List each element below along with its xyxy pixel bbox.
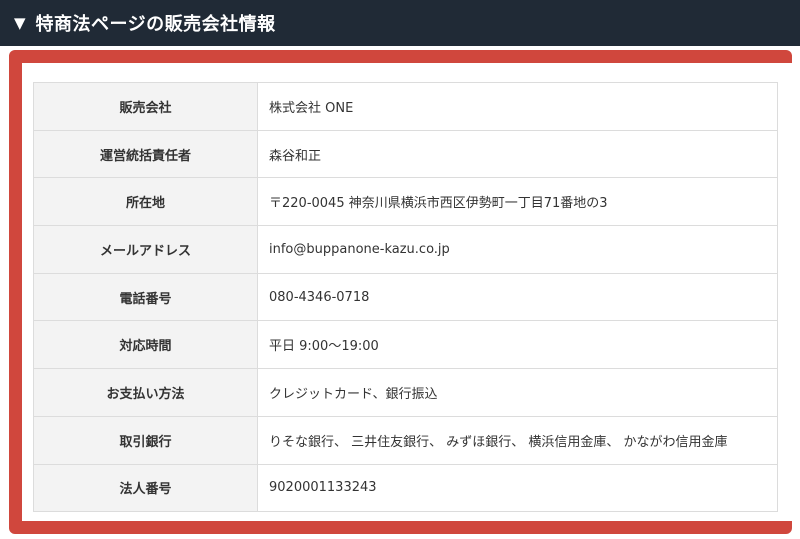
table-row: メールアドレス info@buppanone-kazu.co.jp <box>33 225 778 274</box>
row-value: 平日 9:00〜19:00 <box>257 320 778 370</box>
section-header: ▼ 特商法ページの販売会社情報 <box>0 0 800 46</box>
row-value: info@buppanone-kazu.co.jp <box>257 225 778 274</box>
row-value: 森谷和正 <box>257 129 778 179</box>
table-row: 法人番号 9020001133243 <box>33 463 778 513</box>
row-value: 9020001133243 <box>257 463 778 513</box>
row-value: 080-4346-0718 <box>257 272 778 322</box>
row-label: 取引銀行 <box>33 415 258 465</box>
company-info-table: 販売会社 株式会社 ONE 運営統括責任者 森谷和正 所在地 〒220-0045… <box>33 82 778 513</box>
table-row: 販売会社 株式会社 ONE <box>33 82 778 131</box>
row-label: 電話番号 <box>33 272 258 322</box>
table-row: 運営統括責任者 森谷和正 <box>33 129 778 179</box>
table-row: お支払い方法 クレジットカード、銀行振込 <box>33 368 778 417</box>
row-value: りそな銀行、 三井住友銀行、 みずほ銀行、 横浜信用金庫、 かながわ信用金庫 <box>257 415 778 465</box>
row-label: 販売会社 <box>33 82 258 131</box>
section-title: 特商法ページの販売会社情報 <box>35 14 276 35</box>
row-label: お支払い方法 <box>33 368 258 417</box>
row-label: 法人番号 <box>33 463 258 513</box>
table-row: 所在地 〒220-0045 神奈川県横浜市西区伊勢町一丁目71番地の3 <box>33 177 778 227</box>
row-value: 株式会社 ONE <box>257 82 778 131</box>
row-label: 所在地 <box>33 177 258 227</box>
row-label: メールアドレス <box>33 225 258 274</box>
table-row: 電話番号 080-4346-0718 <box>33 272 778 322</box>
row-value: 〒220-0045 神奈川県横浜市西区伊勢町一丁目71番地の3 <box>257 177 778 227</box>
table-row: 対応時間 平日 9:00〜19:00 <box>33 320 778 370</box>
row-value: クレジットカード、銀行振込 <box>257 368 778 417</box>
row-label: 運営統括責任者 <box>33 129 258 179</box>
table-row: 取引銀行 りそな銀行、 三井住友銀行、 みずほ銀行、 横浜信用金庫、 かながわ信… <box>33 415 778 465</box>
info-panel: 販売会社 株式会社 ONE 運営統括責任者 森谷和正 所在地 〒220-0045… <box>22 63 792 521</box>
triangle-down-icon: ▼ <box>14 13 26 32</box>
row-label: 対応時間 <box>33 320 258 370</box>
